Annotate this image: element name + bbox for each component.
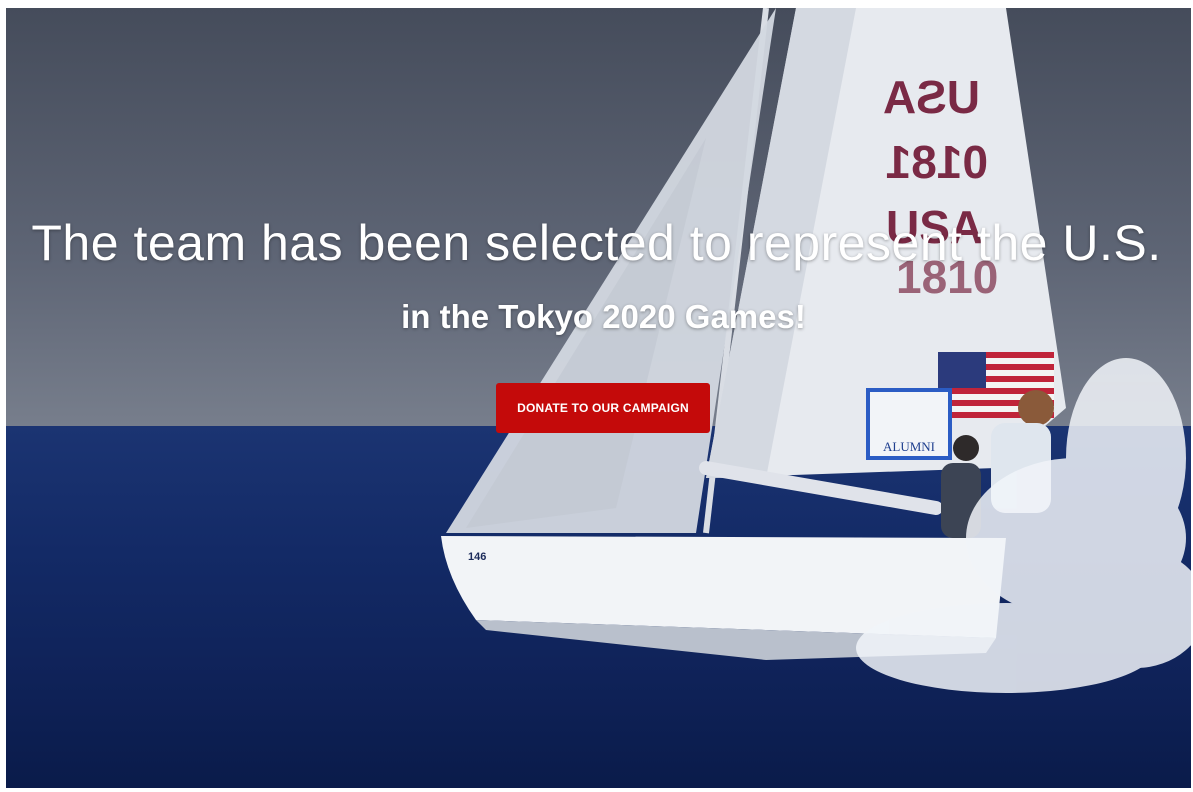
hull-number: 146 [468, 551, 486, 563]
svg-text:0181: 0181 [886, 136, 988, 188]
donate-button[interactable]: DONATE TO OUR CAMPAIGN [496, 383, 710, 433]
svg-text:USA: USA [883, 71, 980, 123]
alumni-banner: ALUMNI [866, 388, 952, 460]
svg-text:ALUMNI: ALUMNI [883, 439, 935, 454]
hero-subheadline: in the Tokyo 2020 Games! [401, 298, 806, 335]
hero-headline: The team has been selected to represent … [31, 215, 1162, 271]
